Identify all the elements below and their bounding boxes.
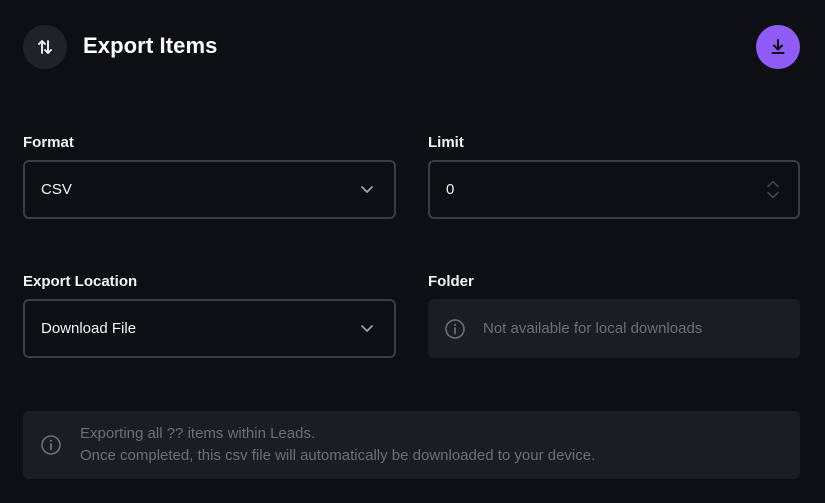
page-title: Export Items bbox=[83, 33, 218, 58]
format-label: Format bbox=[23, 134, 74, 151]
export-location-label: Export Location bbox=[23, 273, 138, 290]
folder-message: Not available for local downloads bbox=[483, 320, 703, 337]
format-select[interactable]: CSV bbox=[23, 160, 396, 219]
limit-label: Limit bbox=[428, 134, 464, 151]
folder-label: Folder bbox=[428, 273, 474, 290]
banner-line-2: Once completed, this csv file will autom… bbox=[80, 447, 596, 464]
folder-unavailable-box: Not available for local downloads bbox=[428, 299, 800, 358]
format-select-value: CSV bbox=[41, 181, 72, 198]
banner-text: Exporting all ?? items within Leads. Onc… bbox=[80, 423, 595, 467]
stepper-up-icon[interactable] bbox=[766, 180, 780, 188]
arrows-up-down-icon bbox=[36, 38, 54, 56]
banner-line-1: Exporting all ?? items within Leads. bbox=[80, 425, 316, 442]
download-button[interactable] bbox=[756, 25, 800, 69]
export-location-select[interactable]: Download File bbox=[23, 299, 396, 358]
info-icon bbox=[444, 318, 466, 340]
export-info-banner: Exporting all ?? items within Leads. Onc… bbox=[23, 411, 800, 479]
info-icon bbox=[40, 434, 62, 456]
limit-input[interactable]: 0 bbox=[428, 160, 800, 219]
chevron-down-icon bbox=[360, 185, 374, 194]
download-icon bbox=[769, 38, 787, 56]
stepper-down-icon[interactable] bbox=[766, 191, 780, 199]
limit-input-value: 0 bbox=[446, 181, 455, 198]
header-icon-container bbox=[23, 25, 67, 69]
chevron-down-icon bbox=[360, 324, 374, 333]
export-location-value: Download File bbox=[41, 320, 137, 337]
limit-stepper[interactable] bbox=[766, 180, 780, 199]
